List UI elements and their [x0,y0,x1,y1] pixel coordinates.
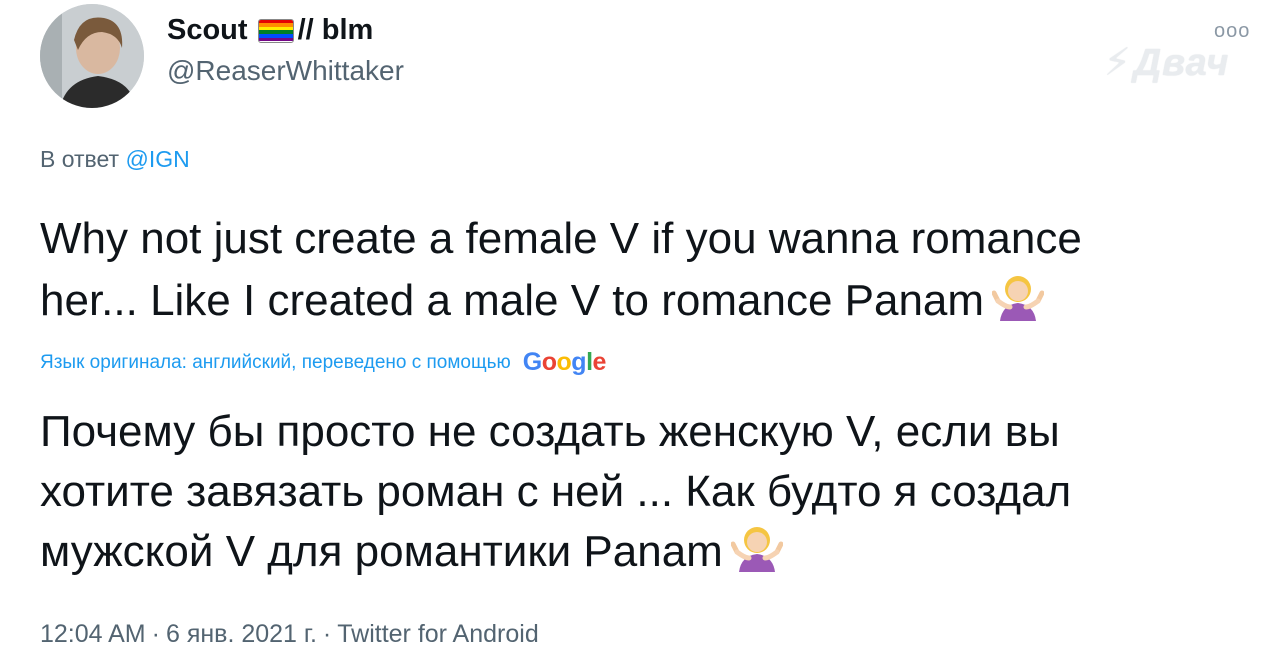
translation-note-text: Язык оригинала: английский, переведено с… [40,351,511,373]
translated-text: Почему бы просто не создать женскую V, е… [40,402,1240,590]
tweet-meta: 12:04 AM · 6 янв. 2021 г. · Twitter for Andr… [40,620,539,649]
author-name-suffix[interactable]: // blm [298,14,374,47]
reply-mention-link[interactable]: @IGN [125,146,189,172]
author-name-row[interactable]: Scout // blm [167,14,373,47]
separator: · [322,620,332,648]
author-name[interactable]: Scout [167,14,248,47]
person-shrugging-emoji-icon [991,271,1045,340]
tweet-time[interactable]: 12:04 AM [40,620,146,648]
tweet-source-link[interactable]: Twitter for Android [337,620,538,648]
avatar-image [40,4,144,108]
google-logo[interactable]: Google [523,348,607,377]
rainbow-flag-icon [257,18,294,43]
watermark: ⚡Двач [1104,40,1229,85]
translated-text-line: хотите завязать роман с ней ... Как будт… [40,467,1072,516]
reply-prefix: В ответ [40,146,120,172]
reply-context: В ответ @IGN [40,146,190,173]
tweet-date[interactable]: 6 янв. 2021 г. [166,620,317,648]
person-shrugging-emoji-icon [730,522,784,590]
bolt-icon: ⚡ [1104,42,1132,84]
tweet-text-line: Why not just create a female V if you wa… [40,214,1082,263]
tweet-text: Why not just create a female V if you wa… [40,208,1240,340]
avatar[interactable] [40,4,144,108]
watermark-text: Двач [1133,42,1230,84]
translated-text-line: мужской V для романтики Panam [40,522,1240,590]
translated-text-line: Почему бы просто не создать женскую V, е… [40,407,1060,456]
translation-note: Язык оригинала: английский, переведено с… [40,348,606,377]
author-handle[interactable]: @ReaserWhittaker [167,55,404,87]
separator: · [151,620,160,648]
tweet-text-line: her... Like I created a male V to romanc… [40,270,1240,340]
